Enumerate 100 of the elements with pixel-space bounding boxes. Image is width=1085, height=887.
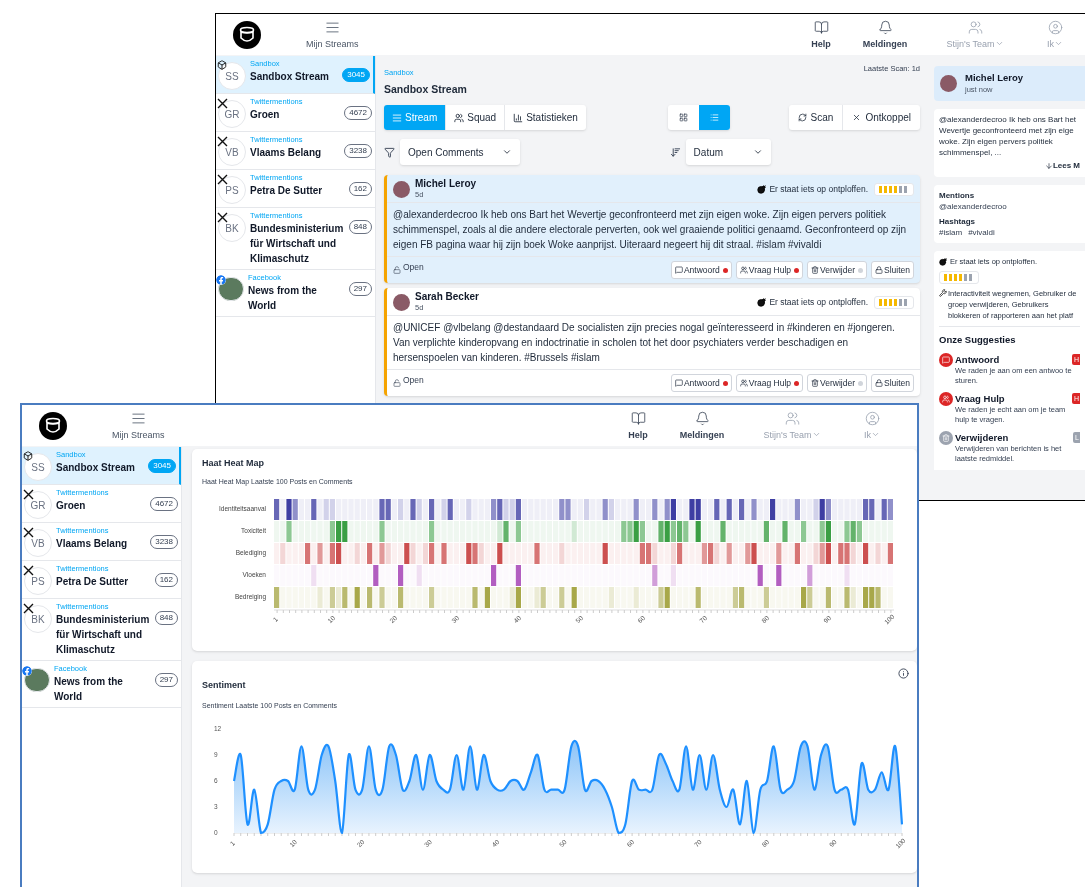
alert-text: Er staat iets op ontploffen. <box>769 182 868 196</box>
people-icon <box>739 266 748 274</box>
post-action-button[interactable]: Antwoord <box>670 374 732 392</box>
lock-icon <box>875 266 883 274</box>
suggestion-title: Verwijderen <box>955 430 1009 444</box>
speech-bubble-icon <box>674 379 683 387</box>
streams-nav[interactable]: Mijn Streams <box>112 410 165 441</box>
people-icon <box>454 112 465 123</box>
tools-icon <box>939 288 947 297</box>
bomb-icon <box>939 257 947 266</box>
post-action-button[interactable]: Sluiten <box>871 261 914 279</box>
avatar-initials: SS <box>225 69 239 84</box>
view-tab[interactable]: Squad <box>445 105 505 130</box>
info-icon <box>898 668 909 679</box>
x-logo-icon <box>217 174 228 185</box>
severity-meter <box>874 295 914 309</box>
suggestion-title: Antwoord <box>955 352 1000 366</box>
stream-name: News from the World <box>248 284 318 313</box>
post-action-button[interactable]: Antwoord <box>670 261 732 279</box>
bar-chart-icon <box>513 112 524 123</box>
chevron-icon <box>753 147 764 157</box>
severity-meter <box>939 270 979 284</box>
card-title: Sentiment <box>202 679 247 692</box>
stream-name: Sandbox Stream <box>250 70 330 84</box>
help-icon <box>630 410 646 426</box>
avatar-initials: BK <box>225 221 239 236</box>
avatar <box>940 75 957 93</box>
author-name: Sarah Becker <box>415 291 479 303</box>
toolbar-button[interactable]: Scan <box>788 105 843 130</box>
post-card[interactable] <box>384 175 920 283</box>
post-action-button[interactable]: Sluiten <box>871 374 914 392</box>
unlock-icon <box>393 266 401 274</box>
card-title: Haat Heat Map <box>202 457 265 470</box>
bomb-icon <box>757 297 767 307</box>
stream-name: Bundesministerium für Wirtschaft und Klimaschutz <box>56 613 151 657</box>
list-icon <box>709 113 719 122</box>
stream-name: News from the World <box>54 675 124 704</box>
avatar-initials: PS <box>225 183 239 198</box>
team-icon <box>784 410 800 426</box>
avatar-initials: BK <box>31 612 45 627</box>
sort-icon <box>669 146 681 158</box>
avatar-initials: SS <box>31 460 45 475</box>
severity-meter <box>874 182 914 196</box>
speech-bubble-icon <box>674 266 683 274</box>
stream-name: Bundesministerium für Wirtschaft und Klimaschutz <box>250 222 345 266</box>
hashtag: #islam <box>939 227 963 239</box>
post-action-button[interactable]: Vraag Hulp <box>735 374 804 392</box>
stack-icon <box>324 19 340 35</box>
sort-select[interactable]: Datum <box>685 139 772 165</box>
stream-name: Petra De Sutter <box>250 184 324 198</box>
post-action-button[interactable]: Verwijder <box>807 374 867 392</box>
count-pill: 3045 <box>342 68 370 82</box>
trash-icon <box>811 379 820 387</box>
stream-name: Vlaams Belang <box>56 537 129 551</box>
photo-placeholder <box>24 668 50 692</box>
x-logo-icon <box>23 527 34 538</box>
bell-icon <box>877 19 893 35</box>
view-tab[interactable]: Statistieken <box>504 105 586 130</box>
suggestions-heading: Onze Suggesties <box>939 332 1017 347</box>
nav-item[interactable]: Help <box>614 410 662 441</box>
avatar-initials: GR <box>30 498 46 513</box>
mention-tag: @alexanderdecroo <box>939 201 1080 213</box>
avatar <box>393 293 410 311</box>
avatar-initials: GR <box>224 107 240 122</box>
stream-name: Groen <box>250 108 281 122</box>
people-icon <box>739 379 748 387</box>
filter-select[interactable]: Open Comments <box>400 139 520 165</box>
grid-icon <box>678 113 688 122</box>
lines-icon <box>392 112 402 123</box>
close-icon <box>852 113 862 122</box>
list-view-button[interactable] <box>698 105 730 130</box>
team-icon <box>967 19 983 35</box>
lock-icon <box>875 379 883 387</box>
author-name: Michel Leroy <box>965 72 1024 84</box>
nav-item[interactable]: Help <box>797 19 845 50</box>
unlock-icon <box>393 379 401 387</box>
suggestion-title: Vraag Hulp <box>955 391 1005 405</box>
refresh-icon <box>797 113 807 122</box>
post-card[interactable] <box>384 288 920 396</box>
post-action-button[interactable]: Verwijder <box>807 261 867 279</box>
toolbar-button[interactable]: Ontkoppel <box>842 105 920 130</box>
avatar-initials: VB <box>31 536 45 551</box>
nav-item[interactable]: Meldingen <box>662 410 742 441</box>
section-label: Hashtags <box>939 216 976 228</box>
streams-nav[interactable]: Mijn Streams <box>306 19 359 50</box>
read-more-link[interactable]: Lees M <box>1044 160 1080 173</box>
avatar <box>393 180 410 198</box>
post-action-button[interactable]: Vraag Hulp <box>735 261 804 279</box>
alert-text: Er staat iets op ontploffen. <box>769 295 868 309</box>
section-label: Mentions <box>939 190 976 202</box>
arrow-down-icon <box>1044 162 1053 171</box>
x-logo-icon <box>217 98 228 109</box>
post-status: Open <box>403 374 424 387</box>
nav-item[interactable]: Meldingen <box>845 19 925 50</box>
post-status: Open <box>403 261 424 274</box>
x-logo-icon <box>23 603 34 614</box>
x-logo-icon <box>217 212 228 223</box>
post-text: @UNICEF @vlbelang @destandaard De socialisten zijn precies nogal geïnteresseerd in #kinderen en #jongeren. Van verplichte kinderopvang en indoctrinatie in scholen tot het door psychiaters verder beschadigen en hersenspoelen van kinderen. #Brussels #islam <box>387 316 920 370</box>
logo-icon <box>233 20 261 49</box>
help-icon <box>813 19 829 35</box>
